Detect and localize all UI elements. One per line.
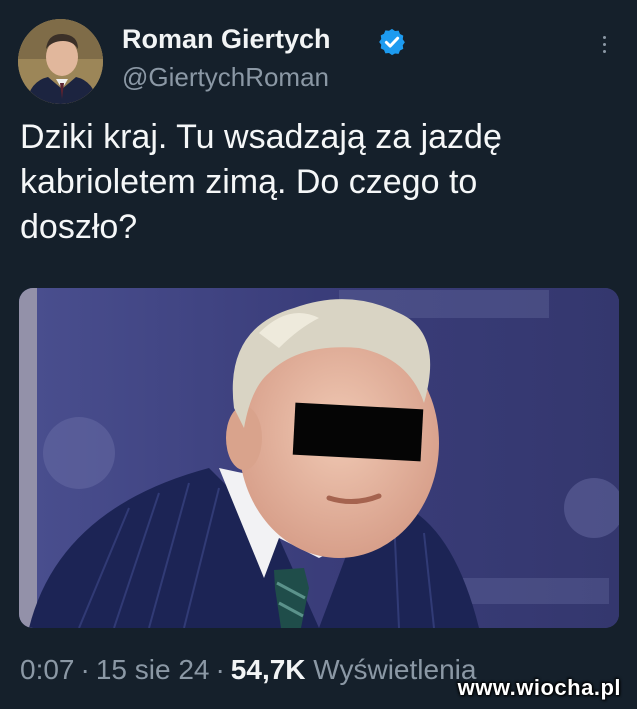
watermark: www.wiocha.pl <box>457 675 621 700</box>
tweet-text: Dziki kraj. Tu wsadzają za jazdę kabriol… <box>20 115 620 250</box>
views-count[interactable]: 54,7K <box>231 654 306 685</box>
tweet-media-image[interactable] <box>19 288 619 628</box>
author-handle[interactable]: @GiertychRoman <box>122 62 329 93</box>
tweet-text-line: Dziki kraj. Tu wsadzają za jazdę <box>20 118 502 156</box>
views-label: Wyświetlenia <box>313 654 477 685</box>
tweet: Roman Giertych @GiertychRoman Dziki kraj… <box>0 0 637 709</box>
tweet-text-line: kabrioletem zimą. Do czego to <box>20 163 478 201</box>
author-name[interactable]: Roman Giertych <box>122 24 331 55</box>
photo-man-censored-eyes <box>19 288 619 628</box>
tweet-text-line: doszło? <box>20 208 138 246</box>
meta-separator: · <box>80 654 90 685</box>
meta-separator: · <box>215 654 225 685</box>
avatar[interactable] <box>18 19 103 104</box>
tweet-meta: 0:07 · 15 sie 24 · 54,7K Wyświetlenia <box>20 654 476 686</box>
tweet-date[interactable]: 15 sie 24 <box>96 654 210 685</box>
more-options-icon[interactable] <box>597 36 611 58</box>
verified-badge-icon <box>379 28 405 56</box>
tweet-time[interactable]: 0:07 <box>20 654 75 685</box>
avatar-photo <box>18 19 103 104</box>
